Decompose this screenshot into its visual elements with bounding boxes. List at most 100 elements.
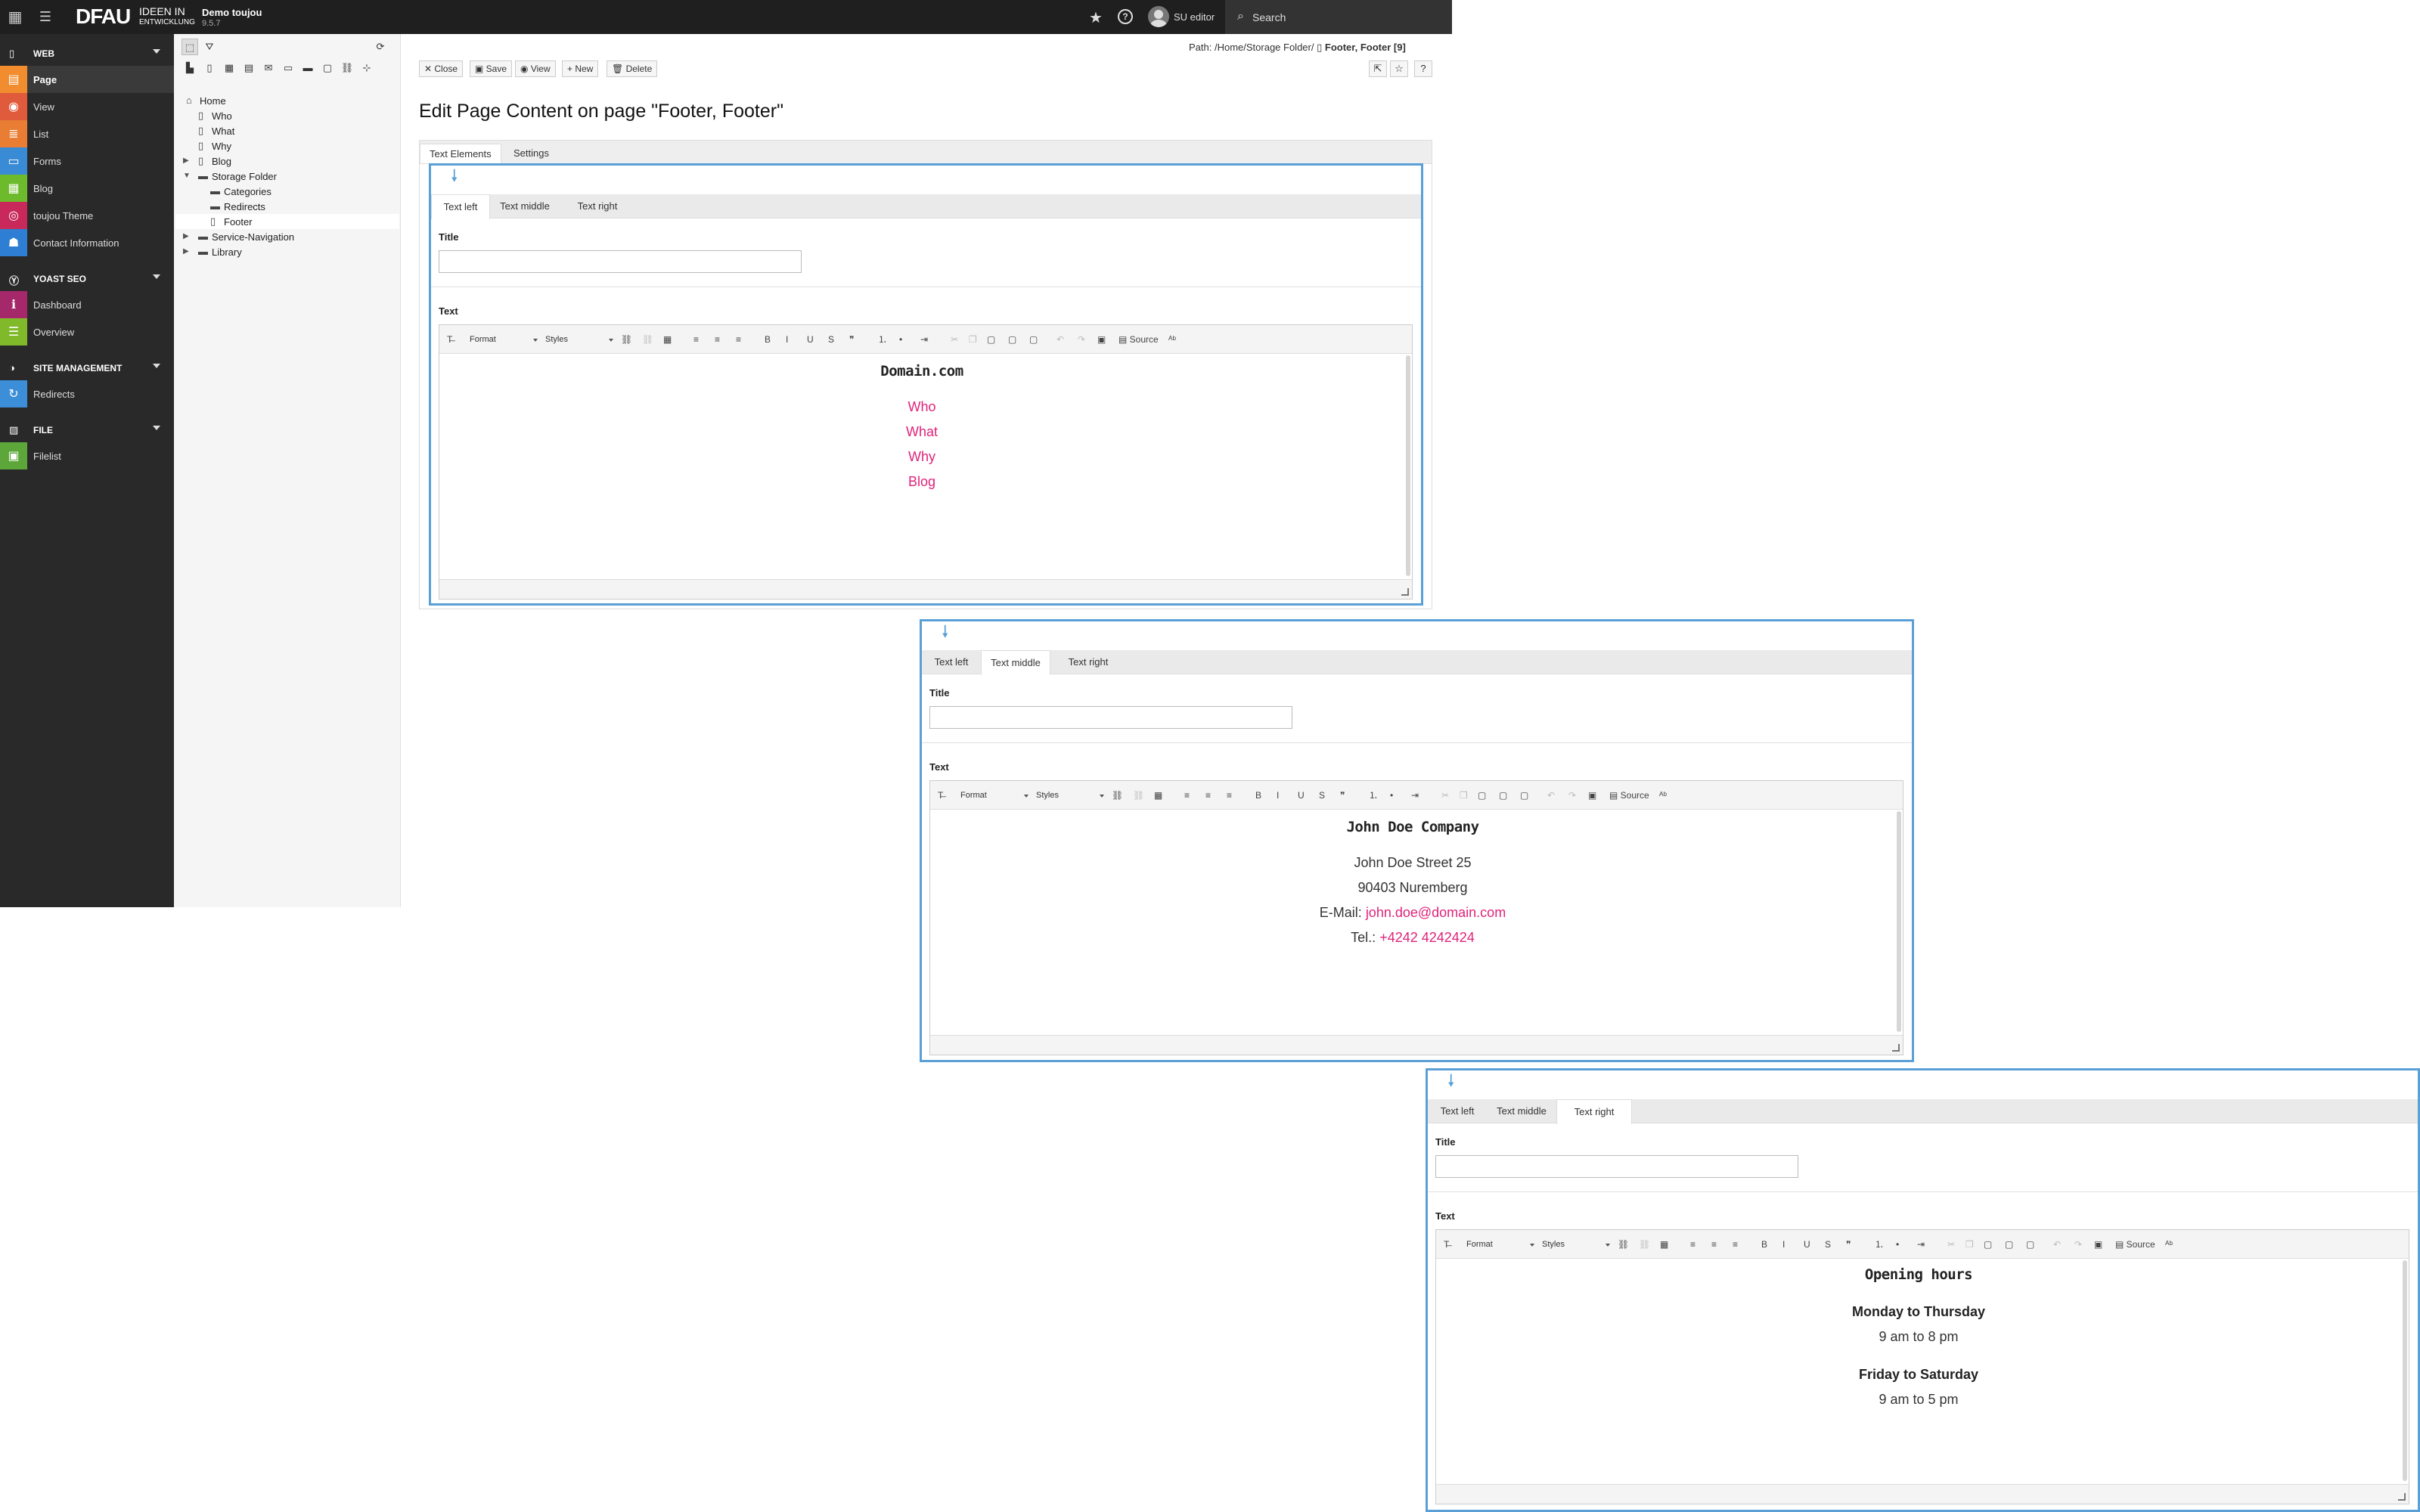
- tree-link-icon[interactable]: ⛓: [339, 60, 355, 76]
- tree-page-icon[interactable]: ▯: [201, 60, 218, 76]
- module-item-forms[interactable]: ▭ Forms: [0, 147, 174, 175]
- editor-content[interactable]: Domain.com Who What Why Blog: [439, 358, 1404, 578]
- tab-text-middle[interactable]: Text middle: [981, 650, 1050, 675]
- title-input[interactable]: [929, 706, 1292, 729]
- module-group-web[interactable]: ▯ WEB: [0, 40, 174, 66]
- module-item-view[interactable]: ◉ View: [0, 93, 174, 120]
- help-button-icon[interactable]: ?: [1414, 60, 1432, 77]
- tree-node-categories[interactable]: ▬ Categories: [175, 184, 399, 199]
- spellcheck-icon[interactable]: ᴬᵇ: [1168, 333, 1176, 345]
- tab-text-right[interactable]: Text right: [1556, 1099, 1632, 1124]
- title-input[interactable]: [439, 250, 802, 273]
- view-button[interactable]: ◉ View: [515, 60, 556, 77]
- list-toggle-icon[interactable]: ☰: [30, 0, 60, 34]
- module-item-dashboard[interactable]: ℹ Dashboard: [0, 291, 174, 318]
- editor-resize-handle[interactable]: [930, 1035, 1903, 1055]
- save-button[interactable]: ▣ Save: [470, 60, 513, 77]
- content-link[interactable]: Blog: [439, 474, 1404, 490]
- strike-icon[interactable]: S: [1319, 789, 1325, 801]
- module-group-yoast-seo[interactable]: ⓨ YOAST SEO: [0, 265, 174, 291]
- expand-icon[interactable]: ▶: [183, 232, 189, 240]
- cut-icon[interactable]: ✂: [951, 333, 958, 345]
- tree-grid-icon[interactable]: ▦: [221, 60, 237, 76]
- paste-icon[interactable]: ▢: [987, 333, 995, 345]
- clear-format-icon[interactable]: T̶: [938, 789, 943, 801]
- paste-word-icon[interactable]: ▢: [2026, 1238, 2034, 1250]
- table-icon[interactable]: ▦: [1660, 1238, 1668, 1250]
- source-button[interactable]: ▤ Source: [2115, 1238, 2155, 1250]
- maximize-icon[interactable]: ▣: [2094, 1238, 2102, 1250]
- undo-icon[interactable]: ↶: [2053, 1238, 2061, 1250]
- module-item-blog[interactable]: ▦ Blog: [0, 175, 174, 202]
- maximize-icon[interactable]: ▣: [1588, 789, 1596, 801]
- undo-icon[interactable]: ↶: [1547, 789, 1555, 801]
- tree-node-storage-folder[interactable]: ▼ ▬ Storage Folder: [175, 169, 399, 184]
- indent-icon[interactable]: ⇥: [1411, 789, 1419, 801]
- tab-text-right[interactable]: Text right: [560, 194, 635, 218]
- tree-node-home[interactable]: ⌂ Home: [175, 93, 399, 108]
- module-group-site-management[interactable]: ◑ SITE MANAGEMENT: [0, 355, 174, 380]
- filter-icon[interactable]: ⛛: [201, 39, 218, 55]
- underline-icon[interactable]: U: [807, 333, 814, 345]
- align-right-icon[interactable]: ≡: [1733, 1238, 1738, 1250]
- clear-format-icon[interactable]: T̶: [447, 333, 452, 345]
- bullet-list-icon[interactable]: •: [1390, 789, 1393, 801]
- underline-icon[interactable]: U: [1298, 789, 1305, 801]
- ordered-list-icon[interactable]: ⒈: [1875, 1238, 1884, 1250]
- module-item-page[interactable]: ▤ Page: [0, 66, 174, 93]
- align-center-icon[interactable]: ≡: [715, 333, 720, 345]
- tree-folder-icon[interactable]: ▬: [299, 60, 316, 76]
- tree-node-footer[interactable]: ▯ Footer: [175, 214, 399, 229]
- tab-text-left[interactable]: Text left: [431, 194, 490, 219]
- redo-icon[interactable]: ↷: [1078, 333, 1085, 345]
- open-new-window-icon[interactable]: ⇱: [1369, 60, 1387, 77]
- paste-word-icon[interactable]: ▢: [1029, 333, 1038, 345]
- table-icon[interactable]: ▦: [1154, 789, 1162, 801]
- indent-icon[interactable]: ⇥: [920, 333, 928, 345]
- table-icon[interactable]: ▦: [663, 333, 672, 345]
- tree-page-copy-icon[interactable]: ▢: [319, 60, 336, 76]
- bold-icon[interactable]: B: [1255, 789, 1261, 801]
- editor-resize-handle[interactable]: [439, 579, 1412, 599]
- undo-icon[interactable]: ↶: [1056, 333, 1064, 345]
- indent-icon[interactable]: ⇥: [1917, 1238, 1925, 1250]
- source-button[interactable]: ▤ Source: [1609, 789, 1649, 801]
- close-button[interactable]: ✕ Close: [419, 60, 464, 77]
- align-center-icon[interactable]: ≡: [1711, 1238, 1717, 1250]
- cut-icon[interactable]: ✂: [1441, 789, 1449, 801]
- unlink-icon[interactable]: ⛓: [1639, 1238, 1650, 1250]
- format-select[interactable]: Format: [470, 332, 538, 347]
- paste-word-icon[interactable]: ▢: [1520, 789, 1528, 801]
- source-button[interactable]: ▤ Source: [1118, 333, 1159, 345]
- cut-icon[interactable]: ✂: [1947, 1238, 1955, 1250]
- bold-icon[interactable]: B: [1761, 1238, 1767, 1250]
- bookmark-icon[interactable]: ☆: [1390, 60, 1408, 77]
- tab-text-middle[interactable]: Text middle: [1487, 1099, 1556, 1123]
- copy-icon[interactable]: ❐: [1965, 1238, 1974, 1250]
- styles-select[interactable]: Styles: [1542, 1237, 1610, 1252]
- align-left-icon[interactable]: ≡: [1184, 789, 1190, 801]
- module-group-file[interactable]: ▨ FILE: [0, 417, 174, 442]
- maximize-icon[interactable]: ▣: [1097, 333, 1106, 345]
- paste-icon[interactable]: ▢: [1984, 1238, 1992, 1250]
- tree-node-who[interactable]: ▯ Who: [175, 108, 399, 123]
- align-left-icon[interactable]: ≡: [693, 333, 699, 345]
- content-link[interactable]: Why: [439, 449, 1404, 465]
- bold-icon[interactable]: B: [765, 333, 771, 345]
- link-icon[interactable]: ⛓: [621, 333, 632, 345]
- avatar[interactable]: [1148, 6, 1169, 27]
- editor-scrollbar[interactable]: [1406, 355, 1410, 576]
- editor-content[interactable]: John Doe Company John Doe Street 25 90403 …: [930, 814, 1895, 1033]
- module-item-toujou-theme[interactable]: ◎ toujou Theme: [0, 202, 174, 229]
- tree-page-new-icon[interactable]: ▙: [182, 60, 198, 76]
- refresh-icon[interactable]: ⟳: [372, 39, 389, 55]
- styles-select[interactable]: Styles: [545, 332, 613, 347]
- tree-node-why[interactable]: ▯ Why: [175, 138, 399, 153]
- content-link[interactable]: What: [439, 424, 1404, 440]
- italic-icon[interactable]: I: [786, 333, 788, 345]
- new-button[interactable]: + New: [562, 60, 599, 77]
- tree-node-redirects[interactable]: ▬ Redirects: [175, 199, 399, 214]
- module-item-filelist[interactable]: ▣ Filelist: [0, 442, 174, 469]
- unlink-icon[interactable]: ⛓: [642, 333, 653, 345]
- spellcheck-icon[interactable]: ᴬᵇ: [1659, 789, 1667, 801]
